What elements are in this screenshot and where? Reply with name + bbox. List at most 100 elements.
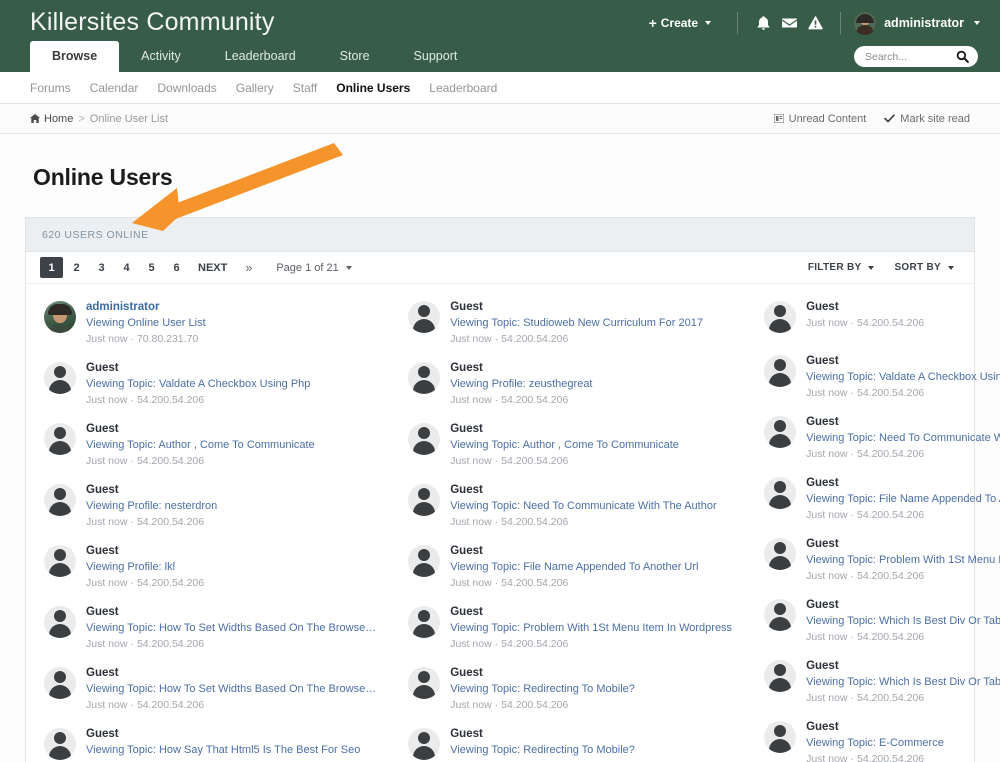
user-avatar[interactable] (44, 301, 76, 333)
online-user-name: Guest (806, 477, 839, 489)
guest-avatar-icon[interactable] (408, 545, 441, 577)
online-user-activity-link[interactable]: Viewing Topic: Redirecting To Mobile? (450, 682, 732, 697)
tab-leaderboard[interactable]: Leaderboard (203, 41, 318, 72)
online-user-activity-link[interactable]: Viewing Topic: Problem With 1St Menu Ite… (806, 553, 1000, 568)
guest-avatar-icon[interactable] (408, 423, 441, 455)
subnav-item-leaderboard[interactable]: Leaderboard (429, 81, 516, 95)
pagination-next-button[interactable]: NEXT (190, 257, 235, 278)
online-user-activity-link[interactable]: Viewing Topic: Which Is Best Div Or Tabl… (806, 614, 1000, 629)
guest-avatar-icon[interactable] (764, 477, 797, 509)
guest-avatar-icon[interactable] (408, 301, 441, 333)
guest-avatar-icon[interactable] (44, 667, 76, 699)
guest-avatar-icon[interactable] (44, 606, 76, 638)
online-user-name[interactable]: administrator (86, 300, 376, 315)
user-menu[interactable]: administrator (853, 11, 980, 35)
online-user-info: Guest Viewing Topic: Which Is Best Div Or… (806, 597, 1000, 644)
pagination-page-2[interactable]: 2 (65, 257, 88, 278)
guest-avatar-icon[interactable] (764, 721, 797, 753)
online-user-name: Guest (450, 667, 483, 679)
online-user-activity-link[interactable]: Viewing Topic: Valdate A Checkbox Using … (806, 370, 1000, 385)
online-user-meta: Just now·54.200.54.206 (86, 576, 376, 590)
search-icon[interactable] (956, 50, 969, 63)
sort-by-button[interactable]: SORT BY (894, 262, 954, 273)
online-user-activity-link[interactable]: Viewing Topic: How To Set Widths Based O… (86, 682, 376, 697)
online-user-time: Just now (806, 509, 848, 521)
online-user-info: Guest Viewing Topic: Valdate A Checkbox U… (86, 360, 376, 407)
online-user-info: Guest Viewing Topic: Which Is Best Div Or… (806, 658, 1000, 705)
tab-activity[interactable]: Activity (119, 41, 203, 72)
guest-avatar-icon[interactable] (764, 416, 797, 448)
online-user-name: Guest (86, 606, 119, 618)
page-selector[interactable]: Page 1 of 21 (276, 262, 352, 274)
pagination-page-4[interactable]: 4 (115, 257, 138, 278)
online-user-meta: Just now·54.200.54.206 (86, 454, 376, 468)
tab-support[interactable]: Support (392, 41, 480, 72)
guest-avatar-icon[interactable] (44, 362, 76, 394)
online-user-activity-link[interactable]: Viewing Online User List (86, 316, 376, 331)
search-input[interactable] (863, 49, 956, 64)
online-user-row: Guest Viewing Topic: Need To Communicate … (396, 475, 740, 536)
alerts-warning-icon[interactable] (802, 12, 828, 34)
subnav-item-gallery[interactable]: Gallery (236, 81, 293, 95)
online-users-grid: administrator Viewing Online User List Jus… (26, 284, 1000, 762)
guest-avatar-icon[interactable] (764, 599, 797, 631)
breadcrumb-home[interactable]: Home (30, 113, 73, 125)
online-user-activity-link[interactable]: Viewing Topic: Author , Come To Communic… (86, 438, 376, 453)
pagination-page-3[interactable]: 3 (90, 257, 113, 278)
guest-avatar-icon[interactable] (408, 484, 441, 516)
guest-avatar-icon[interactable] (764, 660, 797, 692)
guest-avatar-icon[interactable] (44, 423, 76, 455)
online-user-activity-link[interactable]: Viewing Topic: How Say That Html5 Is The… (86, 743, 376, 758)
online-user-activity-link[interactable]: Viewing Profile: nesterdron (86, 499, 376, 514)
guest-avatar-icon[interactable] (408, 606, 441, 638)
search-box[interactable] (854, 46, 978, 67)
pagination-last-button[interactable]: » (237, 257, 260, 278)
pagination-page-5[interactable]: 5 (140, 257, 163, 278)
online-user-activity-link[interactable]: Viewing Topic: Need To Communicate With … (450, 499, 732, 514)
guest-avatar-icon[interactable] (764, 301, 797, 333)
unread-content-link[interactable]: Unread Content (773, 113, 866, 125)
guest-avatar-icon[interactable] (408, 362, 441, 394)
guest-avatar-icon[interactable] (44, 545, 76, 577)
create-button[interactable]: + Create (649, 15, 726, 31)
online-user-activity-link[interactable]: Viewing Topic: Author , Come To Communic… (450, 438, 732, 453)
subnav-item-staff[interactable]: Staff (293, 81, 336, 95)
guest-avatar-icon[interactable] (764, 538, 797, 570)
online-user-activity-link[interactable]: Viewing Topic: File Name Appended To Ano… (806, 492, 1000, 507)
subnav-item-downloads[interactable]: Downloads (157, 81, 235, 95)
tab-store[interactable]: Store (318, 41, 392, 72)
mark-site-read-link[interactable]: Mark site read (884, 113, 970, 125)
online-user-activity-link[interactable]: Viewing Profile: zeusthegreat (450, 377, 732, 392)
messages-envelope-icon[interactable] (776, 12, 802, 34)
panel-header: 620 USERS ONLINE (26, 218, 974, 252)
online-user-activity-link[interactable]: Viewing Topic: Problem With 1St Menu Ite… (450, 621, 732, 636)
online-user-ip: 54.200.54.206 (857, 753, 925, 762)
online-user-activity-link[interactable]: Viewing Topic: Studioweb New Curriculum … (450, 316, 732, 331)
online-user-activity-link[interactable]: Viewing Topic: E-Commerce (806, 736, 1000, 751)
guest-avatar-icon[interactable] (44, 484, 76, 516)
online-user-activity-link[interactable]: Viewing Topic: Valdate A Checkbox Using … (86, 377, 376, 392)
guest-avatar-icon[interactable] (408, 728, 441, 760)
online-user-activity-link[interactable]: Viewing Topic: Need To Communicate With … (806, 431, 1000, 446)
online-user-meta: Just now·54.200.54.206 (450, 393, 732, 407)
subnav-item-forums[interactable]: Forums (30, 81, 90, 95)
meta-separator: · (130, 638, 134, 650)
online-user-ip: 54.200.54.206 (501, 333, 569, 345)
online-user-activity-link[interactable]: Viewing Topic: File Name Appended To Ano… (450, 560, 732, 575)
tab-browse[interactable]: Browse (30, 41, 120, 72)
subnav-item-online-users[interactable]: Online Users (336, 81, 429, 95)
subnav-item-calendar[interactable]: Calendar (90, 81, 158, 95)
notifications-bell-icon[interactable] (750, 12, 776, 34)
filter-by-button[interactable]: FILTER BY (808, 262, 875, 273)
online-user-activity-link[interactable]: Viewing Topic: Redirecting To Mobile? (450, 743, 732, 758)
guest-avatar-icon[interactable] (408, 667, 441, 699)
pagination-page-6[interactable]: 6 (165, 257, 188, 278)
guest-avatar-icon[interactable] (44, 728, 76, 760)
breadcrumb-bar: Home > Online User List Unread Content M… (0, 104, 1000, 134)
online-user-activity-link[interactable]: Viewing Topic: Which Is Best Div Or Tabl… (806, 675, 1000, 690)
pagination-page-1[interactable]: 1 (40, 257, 63, 278)
online-user-activity-link[interactable]: Viewing Profile: lkl (86, 560, 376, 575)
guest-avatar-icon[interactable] (764, 355, 797, 387)
online-user-info: Guest Viewing Topic: E-Commerce Just now · 5… (806, 719, 1000, 762)
online-user-activity-link[interactable]: Viewing Topic: How To Set Widths Based O… (86, 621, 376, 636)
